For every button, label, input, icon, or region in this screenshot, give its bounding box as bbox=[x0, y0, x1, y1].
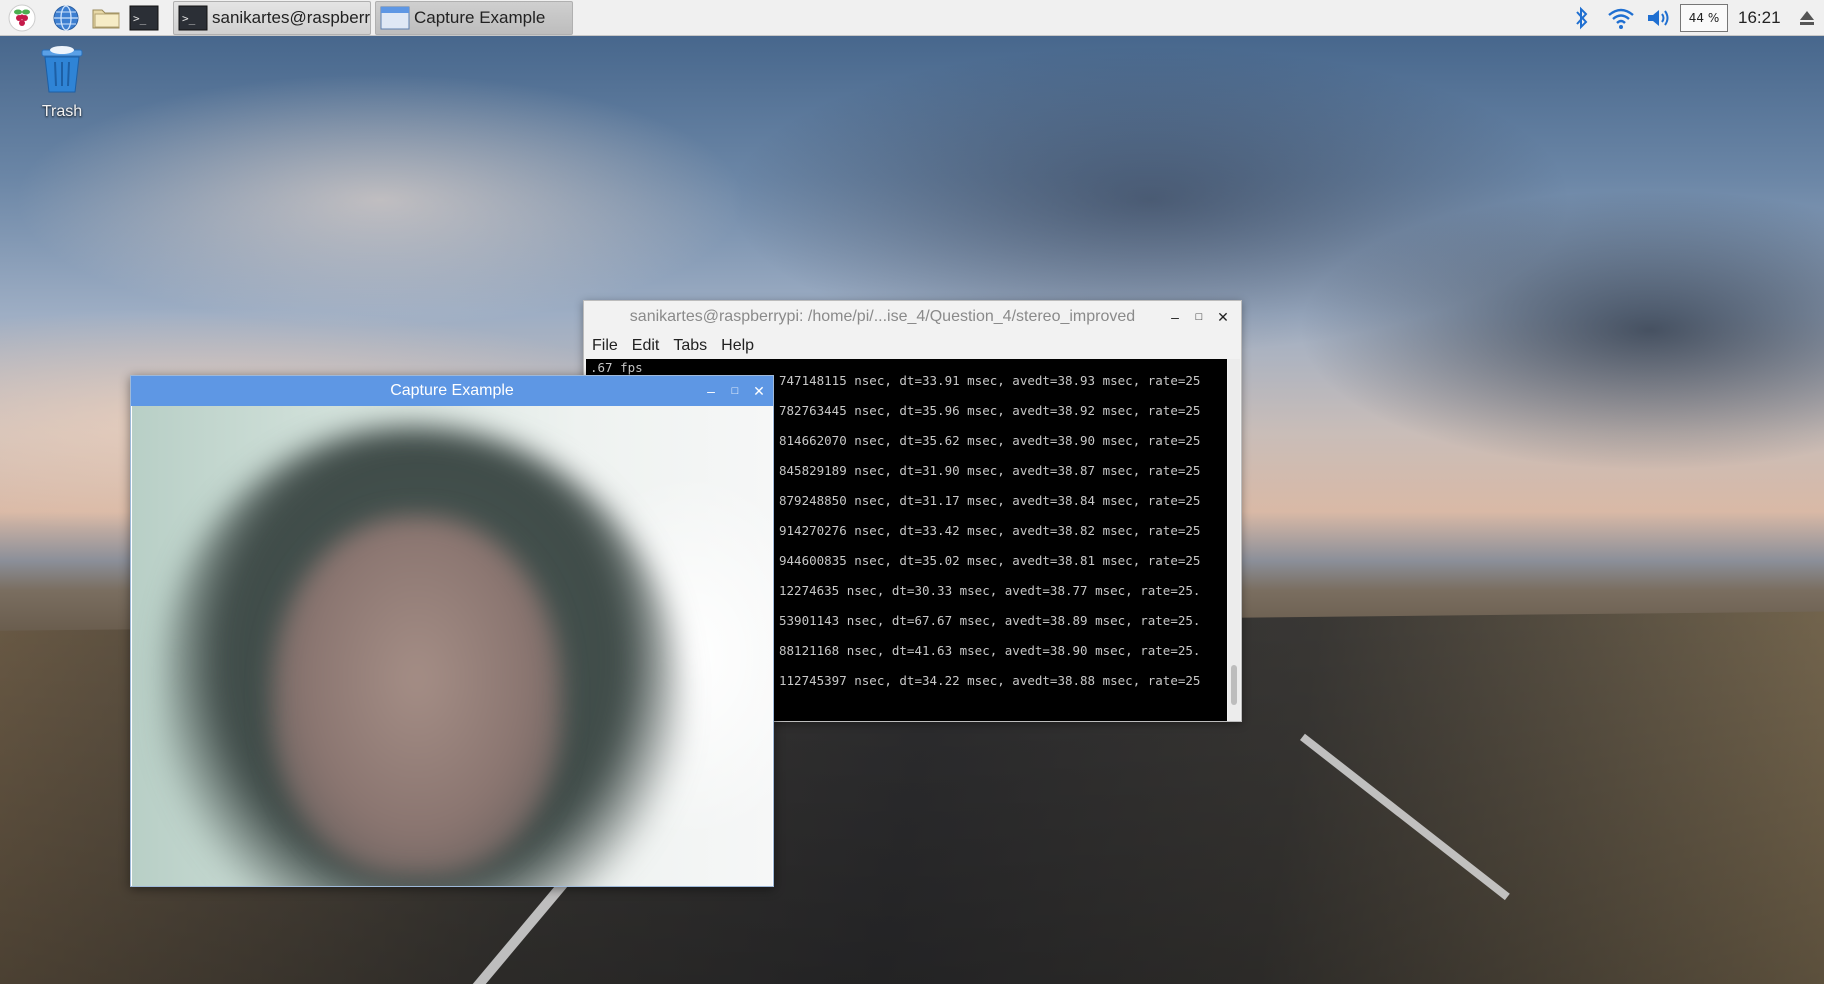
taskbar-item-label: sanikartes@raspberr... bbox=[212, 8, 371, 27]
terminal-title: sanikartes@raspberrypi: /home/pi/...ise_… bbox=[629, 308, 1136, 325]
menu-tabs[interactable]: Tabs bbox=[673, 337, 707, 355]
trash-icon bbox=[34, 44, 90, 99]
wifi-icon[interactable] bbox=[1606, 5, 1636, 31]
terminal-titlebar[interactable]: sanikartes@raspberrypi: /home/pi/...ise_… bbox=[584, 301, 1241, 333]
web-browser-icon[interactable] bbox=[50, 3, 82, 33]
taskbar-item-terminal[interactable]: >_ sanikartes@raspberr... bbox=[173, 1, 371, 35]
terminal-line: 12274635 nsec, dt=30.33 msec, avedt=38.7… bbox=[779, 583, 1201, 598]
terminal-icon: >_ bbox=[178, 5, 208, 31]
menu-file[interactable]: File bbox=[592, 337, 618, 355]
terminal-line: 914270276 nsec, dt=33.42 msec, avedt=38.… bbox=[779, 523, 1201, 538]
bluetooth-icon[interactable] bbox=[1572, 5, 1592, 31]
desktop-icon-trash[interactable]: Trash bbox=[34, 44, 90, 121]
terminal-line: 53901143 nsec, dt=67.67 msec, avedt=38.8… bbox=[779, 613, 1201, 628]
file-manager-icon[interactable] bbox=[90, 3, 122, 33]
terminal-line: 88121168 nsec, dt=41.63 msec, avedt=38.9… bbox=[779, 643, 1201, 658]
terminal-line: 112745397 nsec, dt=34.22 msec, avedt=38.… bbox=[779, 673, 1201, 688]
terminal-line: 845829189 nsec, dt=31.90 msec, avedt=38.… bbox=[779, 463, 1201, 478]
capture-title: Capture Example bbox=[390, 382, 514, 399]
terminal-icon[interactable]: >_ bbox=[128, 3, 160, 33]
close-icon[interactable]: ✕ bbox=[749, 381, 769, 401]
camera-video-frame bbox=[132, 406, 772, 886]
camera-subject-face bbox=[272, 516, 562, 876]
svg-text:>_: >_ bbox=[133, 12, 147, 25]
menu-help[interactable]: Help bbox=[721, 337, 754, 355]
menu-edit[interactable]: Edit bbox=[632, 337, 660, 355]
taskbar-item-capture-example[interactable]: Capture Example bbox=[375, 1, 573, 35]
volume-icon[interactable] bbox=[1644, 5, 1674, 31]
top-panel: >_ >_ sanikartes@raspberr... Capture Exa… bbox=[0, 0, 1824, 36]
terminal-line: 747148115 nsec, dt=33.91 msec, avedt=38.… bbox=[779, 373, 1201, 388]
terminal-scrollbar[interactable] bbox=[1228, 359, 1240, 721]
eject-icon[interactable] bbox=[1796, 5, 1818, 31]
raspberry-menu-icon[interactable] bbox=[6, 3, 38, 33]
minimize-icon[interactable]: – bbox=[1165, 307, 1185, 327]
terminal-menubar: File Edit Tabs Help bbox=[584, 333, 1241, 359]
maximize-icon[interactable]: □ bbox=[725, 381, 745, 401]
capture-example-window[interactable]: Capture Example – □ ✕ bbox=[130, 375, 774, 887]
terminal-line: .67 fps bbox=[590, 360, 643, 375]
close-icon[interactable]: ✕ bbox=[1213, 307, 1233, 327]
terminal-line: 944600835 nsec, dt=35.02 msec, avedt=38.… bbox=[779, 553, 1201, 568]
terminal-line: 814662070 nsec, dt=35.62 msec, avedt=38.… bbox=[779, 433, 1201, 448]
svg-text:>_: >_ bbox=[182, 12, 196, 25]
capture-titlebar[interactable]: Capture Example – □ ✕ bbox=[131, 376, 773, 406]
cpu-usage-monitor[interactable]: 44 % bbox=[1680, 4, 1728, 32]
cpu-usage-value: 44 % bbox=[1688, 11, 1720, 25]
trash-label: Trash bbox=[41, 103, 83, 120]
taskbar-item-label: Capture Example bbox=[414, 8, 546, 27]
scrollbar-thumb[interactable] bbox=[1231, 665, 1237, 705]
maximize-icon[interactable]: □ bbox=[1189, 307, 1209, 327]
window-icon bbox=[380, 5, 410, 31]
clock[interactable]: 16:21 bbox=[1738, 8, 1781, 28]
minimize-icon[interactable]: – bbox=[701, 381, 721, 401]
terminal-line: 782763445 nsec, dt=35.96 msec, avedt=38.… bbox=[779, 403, 1201, 418]
terminal-line: 879248850 nsec, dt=31.17 msec, avedt=38.… bbox=[779, 493, 1201, 508]
